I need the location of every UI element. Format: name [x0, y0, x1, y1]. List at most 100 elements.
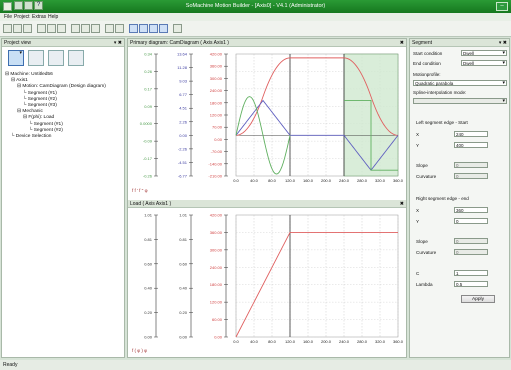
load-axis1-tick-label: 0.60: [144, 261, 153, 266]
end-condition-label: End condition: [413, 61, 441, 66]
zoom-icon[interactable]: [173, 24, 182, 33]
view-mode-3-icon[interactable]: [48, 50, 64, 66]
segment-panel: Segment ▾ ✖ Start condition Dwell End co…: [409, 38, 510, 358]
build-icon[interactable]: [57, 24, 66, 33]
list-icon[interactable]: [81, 24, 90, 33]
x-tick-label: 40.0: [250, 178, 259, 183]
right-curvature-input[interactable]: 0: [454, 249, 488, 255]
end-condition-select[interactable]: Dwell: [461, 60, 507, 66]
tree-node-label: Segment (#2): [33, 127, 63, 133]
lambda-input[interactable]: 0.5: [454, 281, 488, 287]
new-file-icon[interactable]: [3, 24, 12, 33]
load-axis1-tick-label: 1.01: [144, 213, 153, 218]
x-tick-label: 280.0: [357, 339, 368, 344]
left-curvature-label: Curvature: [416, 174, 437, 179]
start-condition-select[interactable]: Dwell: [461, 50, 507, 56]
pin-icon[interactable]: ▾ ✖: [114, 39, 122, 47]
load-axis2-tick-label: 0.60: [179, 261, 188, 266]
tree-node-label: F(phi): Load: [28, 115, 55, 121]
axis3-tick-label: -70.00: [211, 149, 223, 154]
tree-node-label: Axis1: [16, 78, 28, 84]
axis-icon[interactable]: [115, 24, 124, 33]
toolbar: [0, 21, 511, 37]
primary-diagram-plot[interactable]: 0.34 0.26 0.17 0.09 0.0000 -0.09 -0.17 -0.26 13.…: [128, 48, 406, 197]
load-axis3-tick-label: 120.00: [210, 300, 223, 305]
load-axis3-tick-label: 300.00: [210, 247, 223, 252]
motionprofile-select[interactable]: Quadratic parabola: [413, 80, 507, 86]
x-tick-label: 120.0: [285, 339, 296, 344]
view-mode-2-icon[interactable]: [28, 50, 44, 66]
load-axis3-tick-label: 420.00: [210, 213, 223, 218]
left-y-label: Y: [416, 143, 420, 148]
load-axis2-tick-label: 0.20: [179, 310, 188, 315]
left-slope-input[interactable]: 0: [454, 162, 488, 168]
tree-node-label: Segment (#2): [27, 96, 57, 102]
axis1-tick-label: 0.0000: [140, 121, 153, 126]
menu-file[interactable]: File: [4, 14, 12, 20]
menu-bar: File Project Extras Help: [0, 13, 511, 21]
load-axis2-tick-label: 0.00: [179, 335, 188, 340]
x-tick-label: 240.0: [339, 339, 350, 344]
tree-node-label: Device Selection: [15, 134, 52, 140]
load-diagram-title: Load ( Axis Axis1 ): [130, 201, 172, 207]
x-tick-label: 120.0: [285, 178, 296, 183]
load-diagram-close-icon[interactable]: ✖: [400, 200, 404, 208]
left-y-input[interactable]: 400: [454, 142, 488, 148]
axis1-tick-label: 0.26: [144, 69, 153, 74]
x-tick-label: 160.0: [303, 339, 314, 344]
primary-diagram-title: Primary diagram: CamDiagram ( Axis Axis1…: [130, 40, 229, 46]
axis3-tick-label: 240.00: [210, 88, 223, 93]
project-view-title: Project view: [4, 40, 31, 46]
settings-icon[interactable]: [47, 24, 56, 33]
right-y-input[interactable]: 0: [454, 218, 488, 224]
axis1-tick-label: 0.09: [144, 104, 153, 109]
load-diagram-plot[interactable]: 1.01 0.81 0.60 0.40 0.20 0.00 1.01 0.81 0.60 0.40…: [128, 209, 406, 357]
save-icon[interactable]: [23, 24, 32, 33]
x-tick-label: 240.0: [339, 178, 350, 183]
function-f-icon[interactable]: [129, 24, 138, 33]
status-bar: Ready: [0, 360, 511, 370]
open-folder-icon[interactable]: [13, 24, 22, 33]
axis2-tick-label: 9.03: [179, 79, 188, 84]
primary-diagram-close-icon[interactable]: ✖: [400, 39, 404, 47]
c-label: C: [416, 271, 420, 276]
load-axis1-tick-label: 0.00: [144, 335, 153, 340]
print-icon[interactable]: [37, 24, 46, 33]
left-x-input[interactable]: 240: [454, 131, 488, 137]
apply-button[interactable]: Apply: [461, 295, 495, 303]
spline-mode-select[interactable]: [413, 98, 507, 104]
axis2-tick-label: 6.77: [179, 92, 188, 97]
x-tick-label: 160.0: [303, 178, 314, 183]
load-axis3-tick-label: 240.00: [210, 265, 223, 270]
search-icon[interactable]: [71, 24, 80, 33]
menu-help[interactable]: Help: [48, 14, 58, 20]
right-slope-input[interactable]: 0: [454, 238, 488, 244]
function-f2-icon[interactable]: [149, 24, 158, 33]
right-x-input[interactable]: 360: [454, 207, 488, 213]
start-condition-label: Start condition: [413, 51, 443, 56]
window-control-button[interactable]: –: [496, 2, 508, 11]
view-mode-1-icon[interactable]: [8, 50, 24, 66]
axis3-tick-label: -210.00: [208, 174, 222, 179]
view-mode-4-icon[interactable]: [68, 50, 84, 66]
x-tick-label: 0.0: [233, 339, 239, 344]
menu-extras[interactable]: Extras: [32, 14, 46, 20]
load-legend: f ( φ ) φ: [132, 348, 147, 353]
left-curvature-input[interactable]: 0: [454, 173, 488, 179]
right-x-label: X: [416, 208, 420, 213]
tree-node-label: Motion: CamDiagram (Design diagram): [22, 84, 106, 90]
function-phi-icon[interactable]: [159, 24, 168, 33]
load-axis2-tick-label: 1.01: [179, 213, 188, 218]
function-f1-icon[interactable]: [139, 24, 148, 33]
segment-pin-icon[interactable]: ▾ ✖: [499, 39, 507, 47]
axis3-tick-label: 180.00: [210, 100, 223, 105]
c-input[interactable]: 1: [454, 270, 488, 276]
right-edge-label: Right segment edge - end: [416, 196, 469, 201]
diagram-icon[interactable]: [91, 24, 100, 33]
menu-project[interactable]: Project: [14, 14, 30, 20]
tree-node[interactable]: └ Device Selection: [5, 134, 106, 140]
chart-icon[interactable]: [105, 24, 114, 33]
tree-node-label: Segment (#3): [27, 103, 57, 109]
right-y-label: Y: [416, 219, 420, 224]
axis3-tick-label: 120.00: [210, 113, 223, 118]
